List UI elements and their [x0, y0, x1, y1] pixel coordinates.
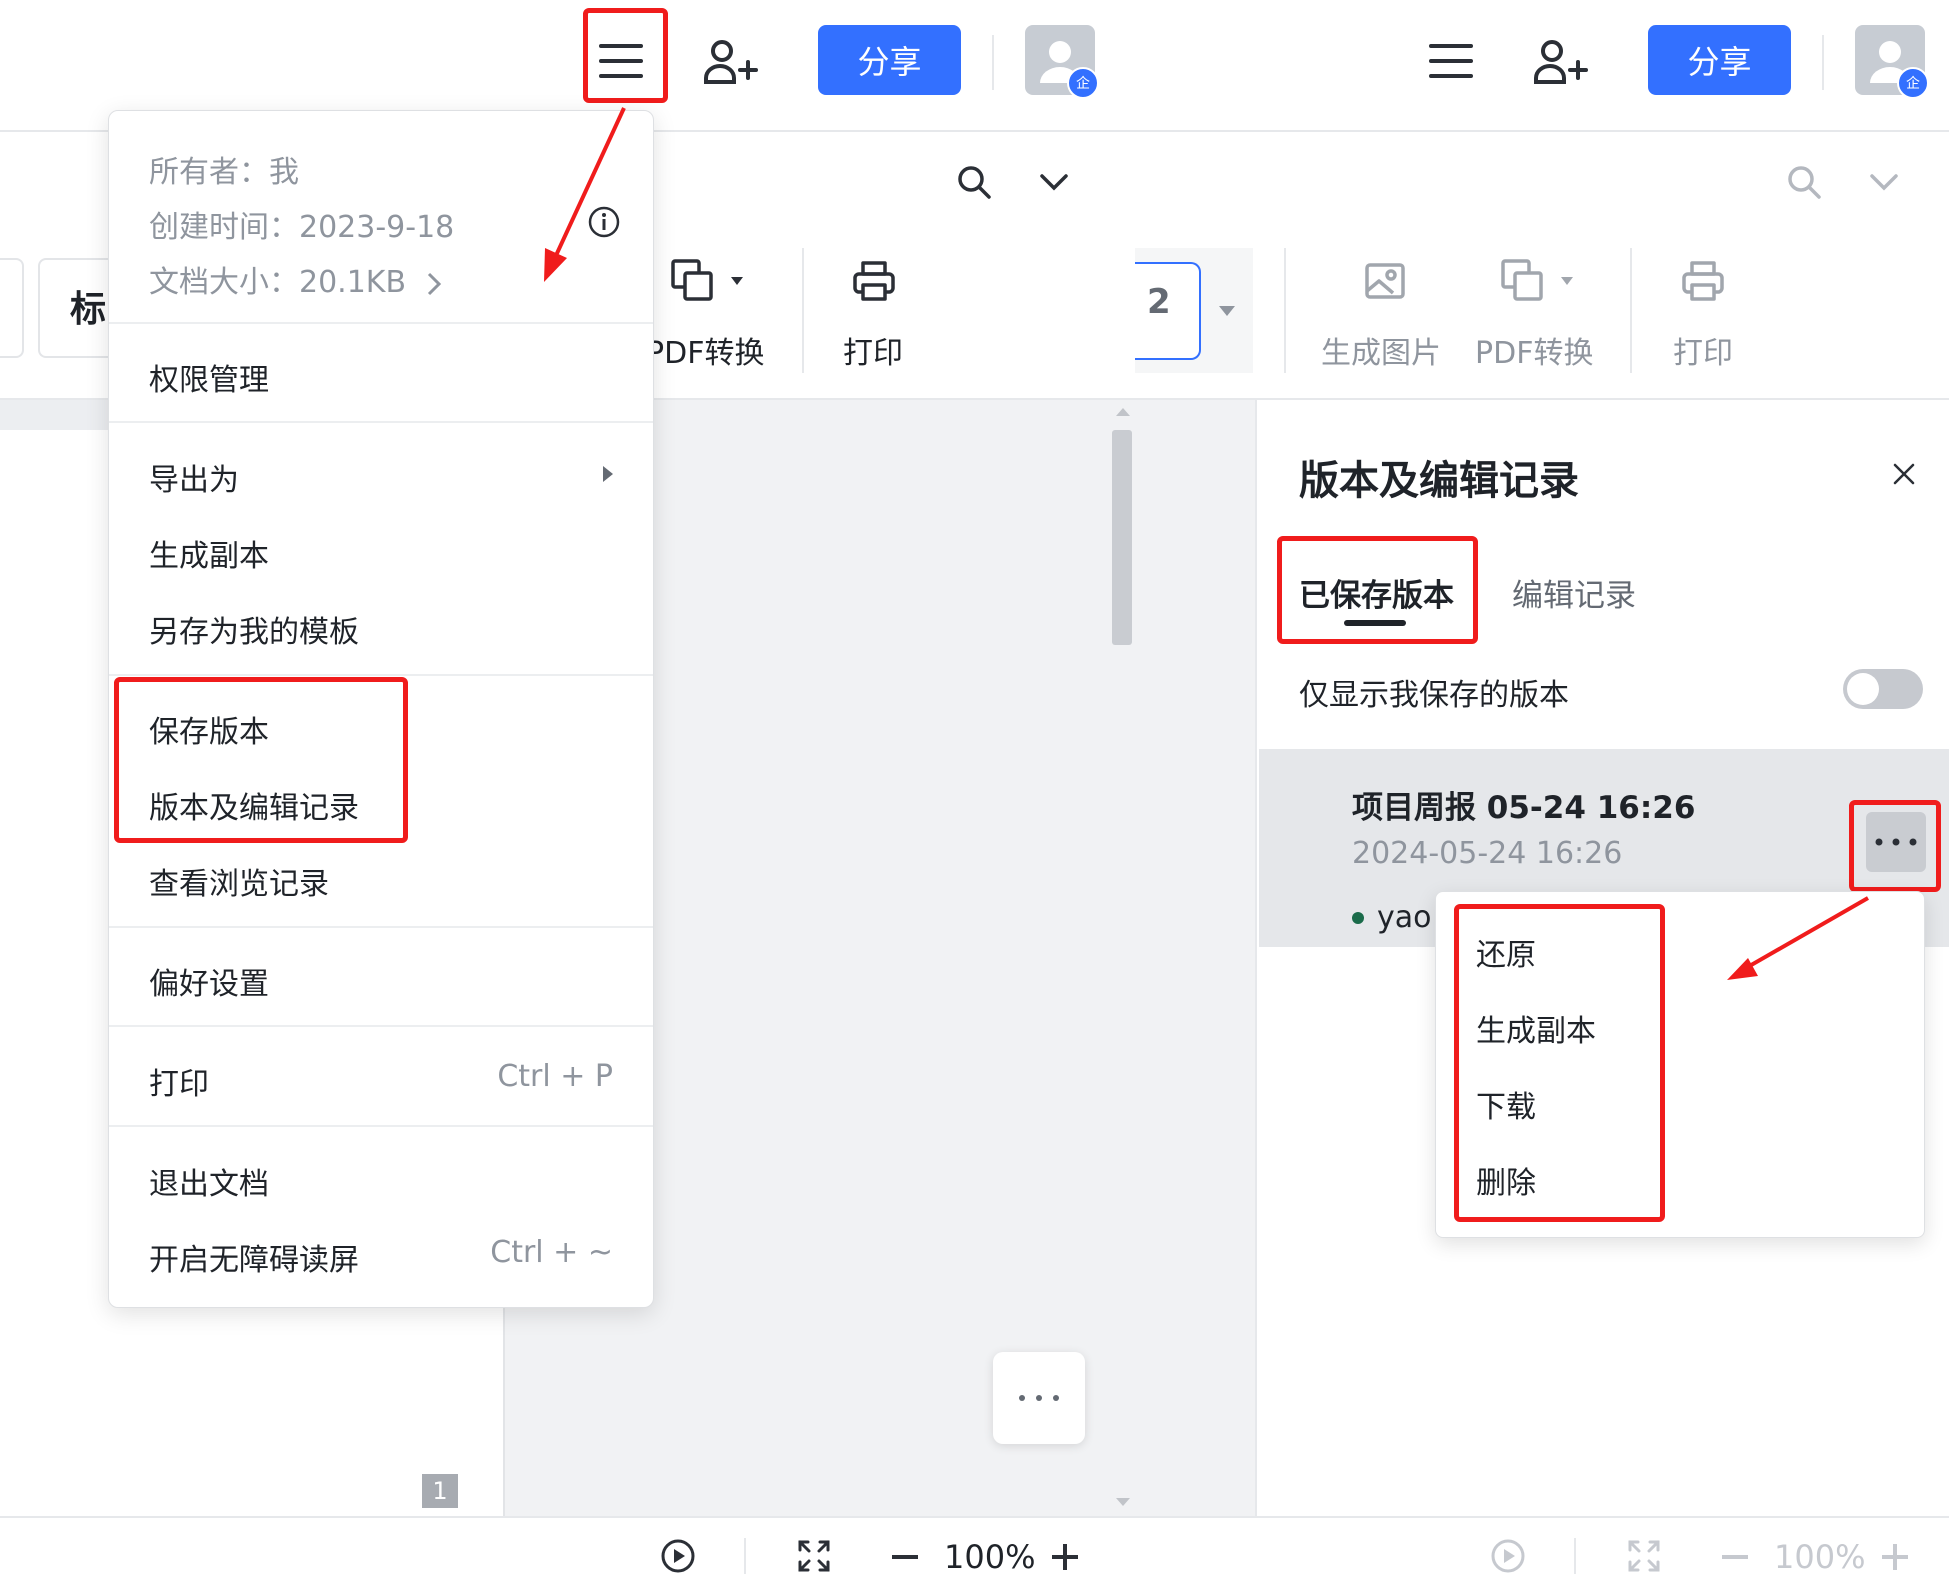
- zoom-out-icon[interactable]: [1718, 1540, 1752, 1574]
- pdf-convert-icon[interactable]: [1494, 254, 1584, 310]
- enterprise-badge: 企: [1897, 67, 1929, 99]
- search-icon[interactable]: [1780, 158, 1828, 206]
- add-collaborator-icon[interactable]: [700, 36, 760, 88]
- menu-separator: [109, 1125, 653, 1127]
- pdf-convert-label[interactable]: PDF转换: [646, 328, 764, 372]
- play-icon[interactable]: [658, 1536, 698, 1576]
- menu-item-preferences[interactable]: 偏好设置: [149, 959, 269, 1003]
- page-badge: 1: [422, 1474, 458, 1508]
- search-icon[interactable]: [950, 158, 998, 206]
- share-button[interactable]: 分享: [818, 25, 961, 95]
- menu-item-view-history[interactable]: 查看浏览记录: [149, 859, 329, 903]
- author-dot: [1352, 912, 1364, 924]
- avatar[interactable]: 企: [1025, 25, 1099, 99]
- menu-item-export-as[interactable]: 导出为: [149, 455, 239, 499]
- generate-image-label[interactable]: 生成图片: [1321, 328, 1441, 372]
- heading-style-label: 标: [70, 289, 107, 330]
- screen-reader-shortcut: Ctrl + ~: [490, 1235, 613, 1270]
- more-button-highlight: [1849, 800, 1941, 892]
- toolbar-divider: [1284, 248, 1286, 373]
- version-time: 2024-05-24 16:26: [1352, 836, 1623, 871]
- style-box-partial[interactable]: [0, 258, 24, 358]
- menu-item-make-copy[interactable]: 生成副本: [149, 531, 269, 575]
- toolbar-divider: [802, 248, 804, 373]
- fullscreen-icon[interactable]: [794, 1536, 834, 1576]
- share-button[interactable]: 分享: [1648, 25, 1791, 95]
- toggle-knob: [1847, 673, 1879, 705]
- submenu-arrow-icon: [603, 466, 613, 482]
- bottom-divider: [744, 1538, 746, 1574]
- pdf-convert-label[interactable]: PDF转换: [1475, 328, 1593, 372]
- pdf-convert-icon[interactable]: [664, 254, 754, 310]
- enterprise-badge: 企: [1067, 67, 1099, 99]
- scrollbar-thumb[interactable]: [1112, 430, 1132, 645]
- only-mine-label: 仅显示我保存的版本: [1299, 678, 1569, 713]
- chevron-down-icon[interactable]: [1032, 162, 1076, 202]
- page-number: 2: [1147, 282, 1171, 322]
- bottom-divider: [1574, 1538, 1576, 1574]
- zoom-in-icon[interactable]: [1048, 1540, 1082, 1574]
- menu-item-print[interactable]: 打印: [149, 1059, 209, 1103]
- tab-edit-history[interactable]: 编辑记录: [1512, 570, 1636, 615]
- size-info[interactable]: 文档大小：20.1KB: [149, 257, 442, 301]
- version-items-highlight: [114, 677, 408, 843]
- size-text: 文档大小：20.1KB: [149, 265, 407, 300]
- zoom-level[interactable]: 100%: [944, 1538, 1035, 1576]
- print-icon[interactable]: [846, 254, 902, 310]
- scrollbar-up-arrow[interactable]: [1116, 408, 1130, 416]
- menu-item-save-as-template[interactable]: 另存为我的模板: [149, 607, 359, 651]
- panel-edge: [1255, 400, 1257, 1518]
- close-icon[interactable]: [1886, 456, 1922, 492]
- menu-separator: [109, 674, 653, 676]
- fullscreen-icon[interactable]: [1624, 1536, 1664, 1576]
- menu-icon[interactable]: [1420, 22, 1482, 100]
- created-info: 创建时间：2023-9-18: [149, 210, 455, 245]
- version-panel-title: 版本及编辑记录: [1299, 458, 1579, 504]
- more-actions-button[interactable]: [993, 1352, 1085, 1444]
- avatar[interactable]: 企: [1855, 25, 1929, 99]
- version-name: 项目周报 05-24 16:26: [1352, 790, 1696, 826]
- toolbar-divider: [1630, 248, 1632, 373]
- doc-gray-canvas-right: [1135, 400, 1255, 1518]
- menu-item-permissions[interactable]: 权限管理: [149, 355, 269, 399]
- only-mine-toggle[interactable]: [1843, 669, 1923, 709]
- menu-separator: [109, 926, 653, 928]
- owner-info: 所有者：我: [149, 155, 299, 190]
- version-author: yao: [1377, 900, 1432, 935]
- zoom-out-icon[interactable]: [888, 1540, 922, 1574]
- more-icon: [1019, 1395, 1059, 1401]
- image-icon[interactable]: [1357, 254, 1413, 310]
- saved-versions-tab-highlight: [1277, 536, 1478, 644]
- menu-separator: [109, 1025, 653, 1027]
- print-label[interactable]: 打印: [1673, 328, 1733, 372]
- caret-down-icon[interactable]: [1212, 298, 1242, 324]
- zoom-level[interactable]: 100%: [1774, 1538, 1865, 1576]
- add-collaborator-icon[interactable]: [1530, 36, 1590, 88]
- print-label[interactable]: 打印: [843, 328, 903, 372]
- print-shortcut: Ctrl + P: [497, 1059, 613, 1094]
- menu-separator: [109, 322, 653, 324]
- info-icon[interactable]: [587, 205, 621, 239]
- zoom-in-icon[interactable]: [1878, 1540, 1912, 1574]
- chevron-right-icon: [427, 272, 441, 295]
- menu-item-screen-reader[interactable]: 开启无障碍读屏: [149, 1235, 359, 1279]
- play-icon[interactable]: [1488, 1536, 1528, 1576]
- header-divider: [1822, 35, 1824, 90]
- header-divider: [992, 35, 994, 90]
- context-menu-highlight: [1454, 904, 1665, 1222]
- bottom-separator: [0, 1516, 1949, 1518]
- scrollbar-down-arrow[interactable]: [1116, 1498, 1130, 1506]
- page-number-box[interactable]: 2: [1135, 262, 1201, 360]
- menu-icon-highlight: [583, 8, 668, 103]
- chevron-down-icon[interactable]: [1862, 162, 1906, 202]
- print-icon[interactable]: [1675, 254, 1731, 310]
- menu-separator: [109, 421, 653, 423]
- menu-item-exit-doc[interactable]: 退出文档: [149, 1159, 269, 1203]
